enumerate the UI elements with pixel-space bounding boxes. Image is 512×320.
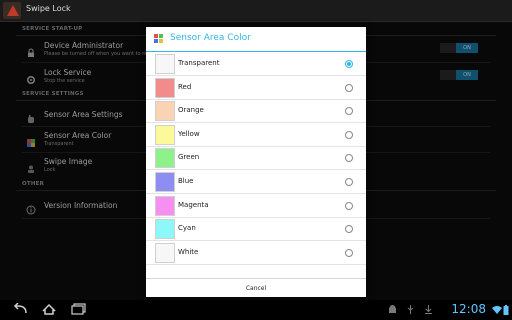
color-option[interactable]: Yellow <box>146 123 366 147</box>
recents-icon[interactable] <box>70 303 88 318</box>
wifi-icon <box>492 305 502 316</box>
color-option-label: Cyan <box>178 224 196 233</box>
color-option-label: Green <box>178 153 200 162</box>
color-swatch <box>155 148 175 169</box>
clock[interactable]: 12:08 <box>451 302 486 316</box>
color-swatch <box>155 219 175 240</box>
color-swatch <box>155 54 175 74</box>
radio-button[interactable] <box>345 248 353 257</box>
radio-button[interactable] <box>345 60 353 68</box>
color-option[interactable]: Red <box>146 76 366 100</box>
radio-button[interactable] <box>345 225 353 234</box>
system-nav-bar: 12:08 <box>0 300 512 320</box>
home-icon[interactable] <box>40 303 58 318</box>
color-option-label: Magenta <box>178 200 209 209</box>
radio-button[interactable] <box>345 201 353 210</box>
color-option-label: Transparent <box>178 59 220 67</box>
radio-button[interactable] <box>345 154 353 163</box>
color-option[interactable]: White <box>146 241 366 265</box>
dialog-header: Sensor Area Color <box>146 27 366 52</box>
color-option[interactable]: Green <box>146 146 366 171</box>
cancel-button[interactable]: Cancel <box>146 279 366 298</box>
color-swatch <box>155 172 175 192</box>
app-title: Swipe Lock <box>26 4 71 13</box>
color-swatch <box>155 242 175 263</box>
battery-icon <box>503 305 509 317</box>
app-icon[interactable] <box>3 2 21 19</box>
palette-icon <box>154 34 163 43</box>
radio-button[interactable] <box>345 107 353 116</box>
color-option[interactable]: Transparent <box>146 52 366 76</box>
download-icon <box>424 305 433 316</box>
color-swatch <box>155 77 175 98</box>
color-option[interactable]: Blue <box>146 170 366 194</box>
radio-button[interactable] <box>345 178 353 186</box>
color-swatch <box>155 124 175 145</box>
color-swatch <box>155 101 175 122</box>
color-option-label: White <box>178 247 199 256</box>
color-swatch <box>155 195 175 216</box>
color-option-label: Blue <box>178 177 194 185</box>
dialog-footer: Cancel <box>146 278 366 298</box>
color-option-label: Red <box>178 82 192 91</box>
color-option[interactable]: Magenta <box>146 194 366 218</box>
radio-button[interactable] <box>345 83 353 92</box>
color-dialog: Sensor Area Color Transparent Red Orange Ye… <box>146 27 366 297</box>
action-bar: Swipe Lock <box>0 0 512 22</box>
color-option[interactable]: Orange <box>146 99 366 124</box>
android-icon <box>388 305 397 316</box>
color-option-label: Orange <box>178 106 204 115</box>
back-icon[interactable] <box>10 302 28 318</box>
usb-icon <box>406 305 415 316</box>
radio-button[interactable] <box>345 130 353 139</box>
color-option[interactable]: Cyan <box>146 217 366 242</box>
color-option-label: Yellow <box>178 129 200 138</box>
dialog-title: Sensor Area Color <box>170 33 251 43</box>
